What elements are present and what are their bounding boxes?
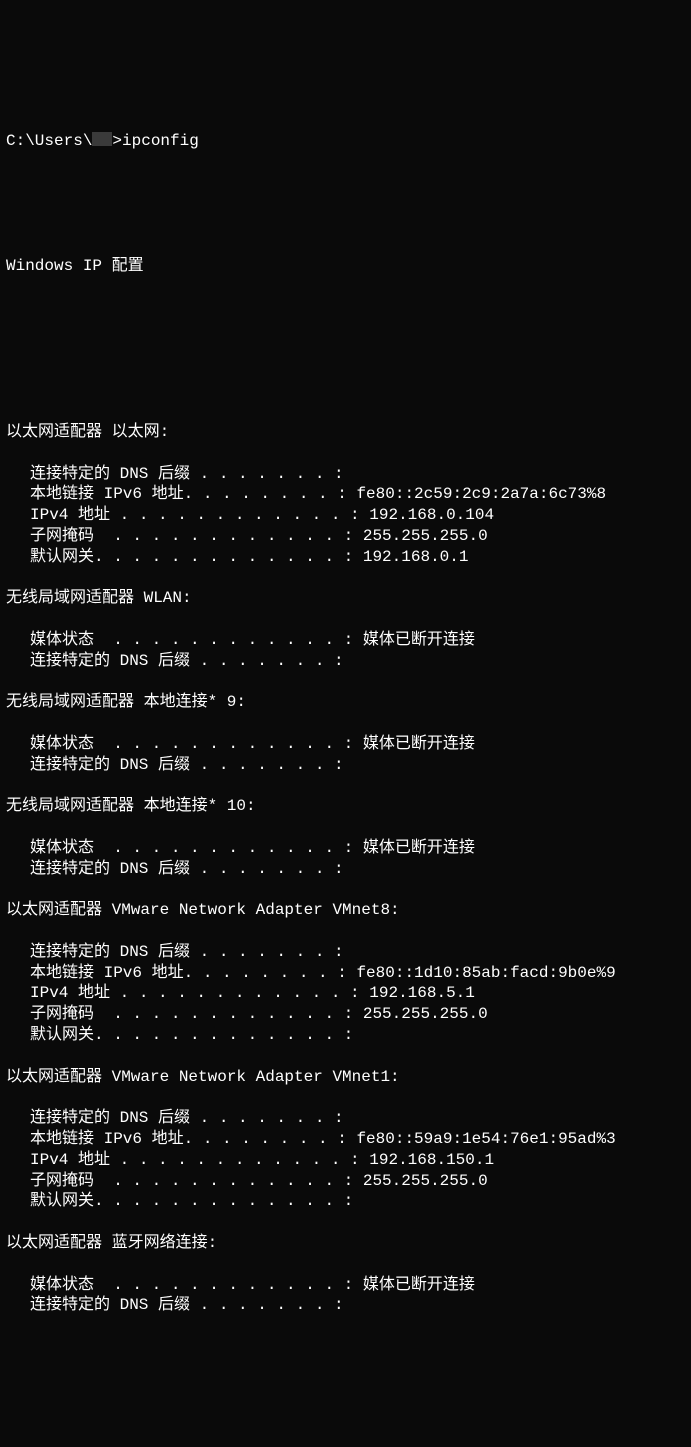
adapter-title: 以太网适配器 以太网: [6, 422, 685, 443]
adapter-entry: 连接特定的 DNS 后缀 . . . . . . . : [6, 1295, 685, 1316]
entry-label: IPv4 地址 . . . . . . . . . . . . : [30, 1150, 360, 1171]
adapter-entry: 本地链接 IPv6 地址. . . . . . . . : fe80::1d10… [6, 963, 685, 984]
blank-line [6, 921, 685, 942]
entry-label: 媒体状态 . . . . . . . . . . . . : [30, 838, 353, 859]
ipconfig-header: Windows IP 配置 [6, 256, 685, 277]
adapter-entry: 连接特定的 DNS 后缀 . . . . . . . : [6, 464, 685, 485]
entry-value: 媒体已断开连接 [353, 838, 475, 859]
blank-line [6, 401, 685, 422]
adapter-title: 以太网适配器 蓝牙网络连接: [6, 1233, 685, 1254]
adapter-entry: 连接特定的 DNS 后缀 . . . . . . . : [6, 942, 685, 963]
adapter-entry: IPv4 地址 . . . . . . . . . . . . : 192.16… [6, 505, 685, 526]
adapter-entry: 连接特定的 DNS 后缀 . . . . . . . : [6, 1108, 685, 1129]
entry-label: 默认网关. . . . . . . . . . . . . : [30, 1191, 353, 1212]
adapter-entry: 连接特定的 DNS 后缀 . . . . . . . : [6, 859, 685, 880]
entry-label: 连接特定的 DNS 后缀 . . . . . . . : [30, 651, 344, 672]
entry-label: 子网掩码 . . . . . . . . . . . . : [30, 1004, 353, 1025]
blank-line [6, 193, 685, 214]
terminal-output: C:\Users\ >ipconfig Windows IP 配置 以太网适配器 … [6, 89, 685, 1337]
adapter-entry: 本地链接 IPv6 地址. . . . . . . . : fe80::2c59… [6, 484, 685, 505]
blank-line [6, 713, 685, 734]
blank-line [6, 672, 685, 693]
adapter-entry: 连接特定的 DNS 后缀 . . . . . . . : [6, 651, 685, 672]
entry-label: 媒体状态 . . . . . . . . . . . . : [30, 734, 353, 755]
entry-value: 媒体已断开连接 [353, 1275, 475, 1296]
adapter-entry: 子网掩码 . . . . . . . . . . . . : 255.255.2… [6, 1004, 685, 1025]
entry-value: 媒体已断开连接 [353, 630, 475, 651]
entry-value: 255.255.255.0 [353, 1171, 487, 1192]
adapter-entry: 默认网关. . . . . . . . . . . . . : 192.168.… [6, 547, 685, 568]
entry-label: 连接特定的 DNS 后缀 . . . . . . . : [30, 1295, 344, 1316]
blank-line [6, 568, 685, 589]
prompt-command: >ipconfig [112, 132, 198, 150]
entry-value: 192.168.0.104 [360, 505, 494, 526]
entry-label: 媒体状态 . . . . . . . . . . . . : [30, 1275, 353, 1296]
adapter-entry: IPv4 地址 . . . . . . . . . . . . : 192.16… [6, 1150, 685, 1171]
entry-label: 连接特定的 DNS 后缀 . . . . . . . : [30, 755, 344, 776]
entry-value: 192.168.150.1 [360, 1150, 494, 1171]
adapter-entry: IPv4 地址 . . . . . . . . . . . . : 192.16… [6, 983, 685, 1004]
blank-line [6, 879, 685, 900]
entry-label: 本地链接 IPv6 地址. . . . . . . . : [30, 484, 347, 505]
adapter-entry: 本地链接 IPv6 地址. . . . . . . . : fe80::59a9… [6, 1129, 685, 1150]
adapter-entry: 媒体状态 . . . . . . . . . . . . : 媒体已断开连接 [6, 734, 685, 755]
entry-value: 255.255.255.0 [353, 1004, 487, 1025]
adapter-title: 无线局域网适配器 WLAN: [6, 588, 685, 609]
blank-line [6, 1212, 685, 1233]
entry-label: 连接特定的 DNS 后缀 . . . . . . . : [30, 464, 344, 485]
blank-line [6, 775, 685, 796]
adapter-entry: 媒体状态 . . . . . . . . . . . . : 媒体已断开连接 [6, 838, 685, 859]
blank-line [6, 318, 685, 339]
entry-label: 默认网关. . . . . . . . . . . . . : [30, 547, 353, 568]
entry-label: IPv4 地址 . . . . . . . . . . . . : [30, 505, 360, 526]
adapter-entry: 子网掩码 . . . . . . . . . . . . : 255.255.2… [6, 1171, 685, 1192]
blank-line [6, 1254, 685, 1275]
adapter-title: 无线局域网适配器 本地连接* 10: [6, 796, 685, 817]
entry-label: 本地链接 IPv6 地址. . . . . . . . : [30, 963, 347, 984]
entry-label: 连接特定的 DNS 后缀 . . . . . . . : [30, 942, 344, 963]
prompt-path-prefix: C:\Users\ [6, 132, 92, 150]
adapters-container: 以太网适配器 以太网:连接特定的 DNS 后缀 . . . . . . . :本… [6, 401, 685, 1316]
adapter-title: 以太网适配器 VMware Network Adapter VMnet1: [6, 1067, 685, 1088]
blank-line [6, 817, 685, 838]
entry-label: IPv4 地址 . . . . . . . . . . . . : [30, 983, 360, 1004]
adapter-entry: 媒体状态 . . . . . . . . . . . . : 媒体已断开连接 [6, 1275, 685, 1296]
adapter-entry: 默认网关. . . . . . . . . . . . . : [6, 1191, 685, 1212]
entry-value: fe80::1d10:85ab:facd:9b0e%9 [347, 963, 616, 984]
adapter-entry: 连接特定的 DNS 后缀 . . . . . . . : [6, 755, 685, 776]
entry-value: 192.168.0.1 [353, 547, 468, 568]
entry-value: 192.168.5.1 [360, 983, 475, 1004]
blank-line [6, 1046, 685, 1067]
entry-label: 连接特定的 DNS 后缀 . . . . . . . : [30, 859, 344, 880]
command-prompt-line: C:\Users\ >ipconfig [6, 131, 685, 152]
adapter-entry: 子网掩码 . . . . . . . . . . . . : 255.255.2… [6, 526, 685, 547]
entry-label: 本地链接 IPv6 地址. . . . . . . . : [30, 1129, 347, 1150]
redacted-username [92, 132, 112, 146]
entry-label: 连接特定的 DNS 后缀 . . . . . . . : [30, 1108, 344, 1129]
entry-value: fe80::59a9:1e54:76e1:95ad%3 [347, 1129, 616, 1150]
entry-value: 媒体已断开连接 [353, 734, 475, 755]
entry-label: 默认网关. . . . . . . . . . . . . : [30, 1025, 353, 1046]
adapter-title: 无线局域网适配器 本地连接* 9: [6, 692, 685, 713]
entry-value: fe80::2c59:2c9:2a7a:6c73%8 [347, 484, 606, 505]
entry-value: 255.255.255.0 [353, 526, 487, 547]
adapter-entry: 媒体状态 . . . . . . . . . . . . : 媒体已断开连接 [6, 630, 685, 651]
entry-label: 媒体状态 . . . . . . . . . . . . : [30, 630, 353, 651]
blank-line [6, 443, 685, 464]
adapter-title: 以太网适配器 VMware Network Adapter VMnet8: [6, 900, 685, 921]
entry-label: 子网掩码 . . . . . . . . . . . . : [30, 526, 353, 547]
blank-line [6, 609, 685, 630]
adapter-entry: 默认网关. . . . . . . . . . . . . : [6, 1025, 685, 1046]
blank-line [6, 1087, 685, 1108]
entry-label: 子网掩码 . . . . . . . . . . . . : [30, 1171, 353, 1192]
